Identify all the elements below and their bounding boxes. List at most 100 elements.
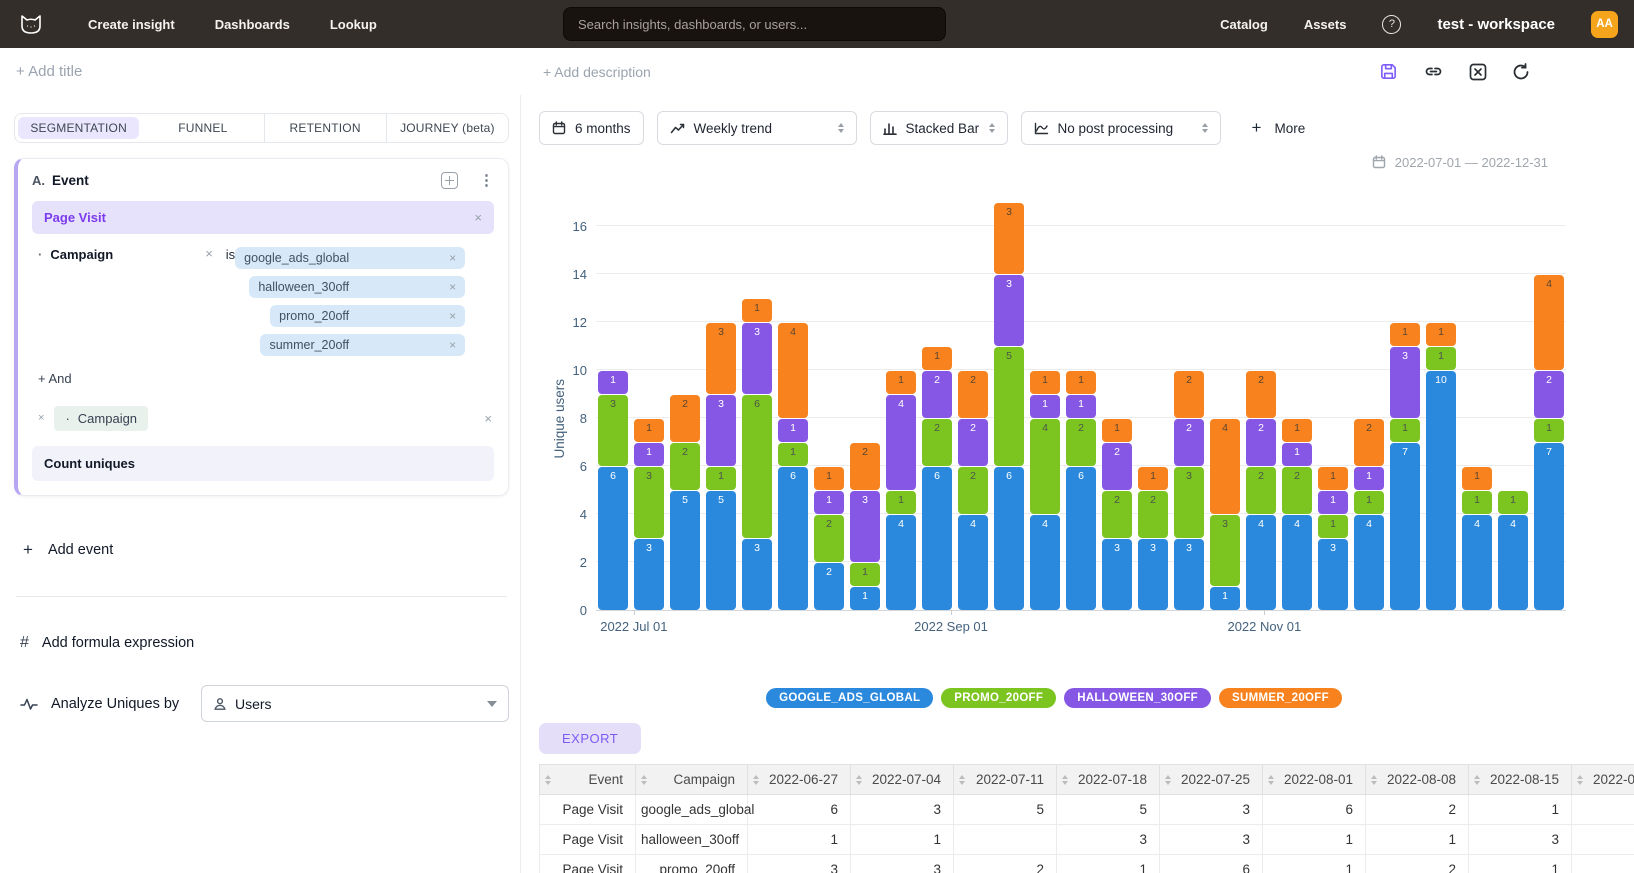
bar-segment[interactable]: 4 — [778, 323, 808, 418]
filter-value-tag[interactable]: summer_20off× — [260, 334, 465, 356]
bar-segment[interactable]: 1 — [742, 299, 772, 322]
table-header-cell[interactable]: 2022-08-08 — [1366, 765, 1469, 795]
help-icon[interactable]: ? — [1382, 15, 1401, 34]
stacked-bar-2022-12-19[interactable]: 14 — [1498, 491, 1528, 610]
cat-logo-icon[interactable] — [16, 9, 46, 39]
post-processing-select[interactable]: No post processing — [1021, 111, 1221, 145]
legend-pill[interactable]: HALLOWEEN_30OFF — [1064, 688, 1211, 708]
bar-segment[interactable]: 1 — [1426, 347, 1456, 370]
bar-segment[interactable]: 1 — [598, 371, 628, 394]
bar-segment[interactable]: 1 — [886, 371, 916, 394]
sort-icon[interactable] — [1268, 772, 1274, 788]
stacked-bar-2022-08-01[interactable]: 4116 — [778, 323, 808, 610]
remove-tag-icon[interactable]: × — [449, 281, 456, 293]
save-icon[interactable] — [1379, 62, 1398, 81]
bar-segment[interactable]: 1 — [1318, 515, 1348, 538]
bar-segment[interactable]: 2 — [1102, 491, 1132, 538]
export-button[interactable]: EXPORT — [539, 723, 641, 754]
close-box-icon[interactable] — [1469, 63, 1487, 81]
add-filter-icon[interactable] — [441, 172, 458, 189]
stacked-bar-2022-08-08[interactable]: 1122 — [814, 467, 844, 610]
bar-segment[interactable]: 3 — [1210, 515, 1240, 586]
bar-segment[interactable]: 1 — [1426, 323, 1456, 346]
breakdown-property[interactable]: ·Campaign — [54, 406, 148, 431]
bar-segment[interactable]: 3 — [1174, 539, 1204, 610]
sort-icon[interactable] — [641, 772, 647, 788]
bar-segment[interactable]: 6 — [598, 467, 628, 610]
bar-segment[interactable]: 7 — [1390, 443, 1420, 610]
bar-segment[interactable]: 4 — [1282, 515, 1312, 610]
bar-segment[interactable]: 1 — [1210, 587, 1240, 610]
workspace-name[interactable]: test - workspace — [1437, 16, 1555, 33]
bar-segment[interactable]: 1 — [1138, 467, 1168, 490]
bar-segment[interactable]: 3 — [742, 323, 772, 394]
bar-segment[interactable]: 4 — [1030, 419, 1060, 514]
remove-breakdown-row-icon[interactable]: × — [484, 412, 492, 425]
nav-catalog[interactable]: Catalog — [1220, 17, 1268, 32]
bar-segment[interactable]: 1 — [1390, 419, 1420, 442]
bar-segment[interactable]: 4 — [1462, 515, 1492, 610]
table-header-cell[interactable]: 2022-07-11 — [954, 765, 1057, 795]
refresh-icon[interactable] — [1512, 63, 1530, 81]
bar-segment[interactable]: 1 — [1030, 371, 1060, 394]
bar-segment[interactable]: 6 — [994, 467, 1024, 610]
bar-segment[interactable]: 4 — [1354, 515, 1384, 610]
bar-segment[interactable]: 2 — [814, 563, 844, 610]
stacked-bar-2022-09-05[interactable]: 2224 — [958, 371, 988, 610]
bar-segment[interactable]: 4 — [1210, 419, 1240, 514]
bar-segment[interactable]: 1 — [1066, 395, 1096, 418]
bar-segment[interactable]: 6 — [1066, 467, 1096, 610]
filter-property[interactable]: Campaign — [50, 247, 113, 356]
bar-segment[interactable]: 4 — [958, 515, 988, 610]
bar-segment[interactable]: 5 — [706, 491, 736, 610]
bar-segment[interactable]: 6 — [742, 395, 772, 538]
bar-segment[interactable]: 6 — [922, 467, 952, 610]
stacked-bar-2022-08-22[interactable]: 1414 — [886, 371, 916, 610]
bar-segment[interactable]: 2 — [1534, 371, 1564, 418]
bar-segment[interactable]: 4 — [1498, 515, 1528, 610]
bar-segment[interactable]: 6 — [778, 467, 808, 610]
stacked-bar-2022-12-05[interactable]: 1110 — [1426, 323, 1456, 610]
bar-segment[interactable]: 3 — [742, 539, 772, 610]
bar-segment[interactable]: 3 — [850, 491, 880, 562]
legend-pill[interactable]: PROMO_20OFF — [941, 688, 1056, 708]
more-button[interactable]: + More — [1252, 118, 1306, 138]
add-description-button[interactable]: + Add description — [543, 64, 651, 80]
stacked-bar-2022-08-15[interactable]: 2311 — [850, 443, 880, 610]
bar-segment[interactable]: 1 — [850, 563, 880, 586]
bar-segment[interactable]: 3 — [1318, 539, 1348, 610]
bar-segment[interactable]: 4 — [886, 395, 916, 490]
bar-segment[interactable]: 2 — [922, 419, 952, 466]
bar-segment[interactable]: 3 — [634, 539, 664, 610]
bar-segment[interactable]: 3 — [634, 467, 664, 538]
add-formula-button[interactable]: # Add formula expression — [20, 634, 509, 652]
sort-icon[interactable] — [959, 772, 965, 788]
table-header-cell[interactable]: 2022-06-27 — [748, 765, 851, 795]
tab-segmentation[interactable]: SEGMENTATION — [18, 117, 139, 139]
sort-icon[interactable] — [856, 772, 862, 788]
remove-tag-icon[interactable]: × — [449, 339, 456, 351]
table-header-cell[interactable]: Event — [540, 765, 636, 795]
bar-segment[interactable]: 1 — [634, 443, 664, 466]
nav-create-insight[interactable]: Create insight — [88, 17, 175, 32]
bar-segment[interactable]: 1 — [1498, 491, 1528, 514]
bar-segment[interactable]: 1 — [1354, 467, 1384, 490]
bar-segment[interactable]: 1 — [1282, 419, 1312, 442]
filter-value-tag[interactable]: google_ads_global× — [235, 247, 465, 269]
tab-funnel[interactable]: FUNNEL — [142, 114, 263, 142]
bar-segment[interactable]: 1 — [1030, 395, 1060, 418]
bar-segment[interactable]: 2 — [958, 467, 988, 514]
bar-segment[interactable]: 1 — [1462, 467, 1492, 490]
stacked-bar-2022-12-12[interactable]: 114 — [1462, 467, 1492, 610]
filter-operator[interactable]: is — [226, 247, 235, 356]
legend-pill[interactable]: GOOGLE_ADS_GLOBAL — [766, 688, 933, 708]
sort-icon[interactable] — [753, 772, 759, 788]
bar-segment[interactable]: 1 — [886, 491, 916, 514]
bar-segment[interactable]: 1 — [1318, 491, 1348, 514]
trend-select[interactable]: Weekly trend — [657, 111, 857, 145]
bar-segment[interactable]: 2 — [1138, 491, 1168, 538]
bar-segment[interactable]: 4 — [1030, 515, 1060, 610]
event-menu-icon[interactable]: ⋮ — [479, 173, 494, 188]
bar-segment[interactable]: 5 — [670, 491, 700, 610]
bar-segment[interactable]: 1 — [778, 443, 808, 466]
